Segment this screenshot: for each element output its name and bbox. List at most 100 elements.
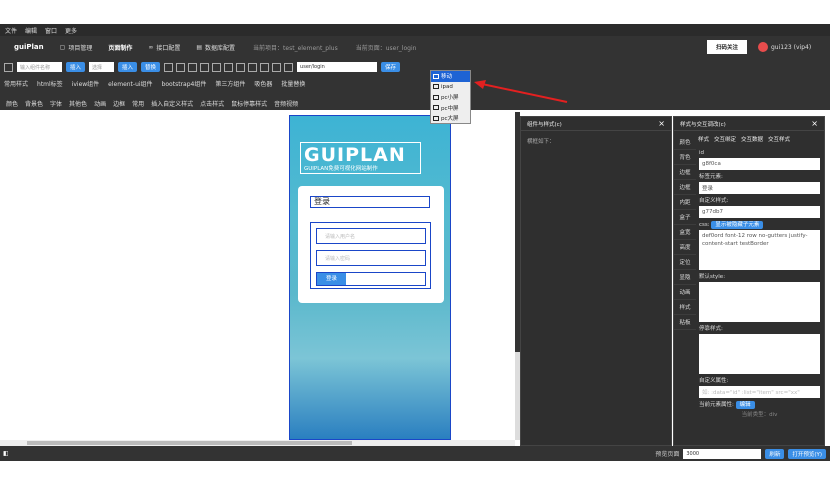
align-left-icon[interactable]	[200, 62, 210, 72]
copy-icon[interactable]	[248, 62, 258, 72]
css-row: css: 显示被隐藏子元素	[699, 220, 820, 229]
tab-color-picker[interactable]: 吸色器	[254, 79, 272, 88]
replace-button[interactable]: 替换	[141, 62, 161, 72]
menu-edit[interactable]: 编辑	[25, 26, 37, 35]
tab-data[interactable]: 交互数据	[741, 135, 763, 143]
password-input[interactable]: 请输入密码	[316, 250, 426, 266]
side-tab[interactable]: 盒宽	[674, 225, 696, 240]
tab-binding[interactable]: 交互绑定	[714, 135, 736, 143]
tab-border[interactable]: 边框	[113, 99, 125, 108]
device-ipad[interactable]: ipad	[431, 82, 470, 93]
tab-other-color[interactable]: 其他色	[69, 99, 87, 108]
tab-interaction-style[interactable]: 交互样式	[768, 135, 790, 143]
tab-bg-color[interactable]: 背景色	[25, 99, 43, 108]
delete-icon[interactable]	[236, 62, 246, 72]
close-icon[interactable]: ×	[811, 119, 818, 128]
mobile-preview[interactable]: GUIPLAN GUIPLAN免费可视化网站制作 登录 请输入用户名 请输入密码…	[289, 115, 451, 440]
side-tab[interactable]: 显隐	[674, 270, 696, 285]
tab-common-style[interactable]: 常用样式	[4, 79, 28, 88]
tab-html[interactable]: html标签	[37, 79, 63, 88]
open-preview-button[interactable]: 打开预览(Y)	[788, 448, 826, 459]
side-tab[interactable]: 背色	[674, 150, 696, 165]
side-tab[interactable]: 盒子	[674, 210, 696, 225]
tab-font[interactable]: 字体	[50, 99, 62, 108]
username-input[interactable]: 请输入用户名	[316, 228, 426, 244]
id-field[interactable]: g8f0ca	[699, 158, 820, 170]
image-icon[interactable]	[188, 62, 198, 72]
side-tab[interactable]: 边框	[674, 180, 696, 195]
text-icon[interactable]	[164, 62, 174, 72]
tab-audio-video[interactable]: 音频视频	[274, 99, 298, 108]
tab-click-style[interactable]: 点击样式	[200, 99, 224, 108]
device-icon[interactable]	[272, 62, 282, 72]
save-button[interactable]: 保存	[381, 62, 401, 72]
show-hidden-button[interactable]: 显示被隐藏子元素	[711, 221, 764, 229]
menu-file[interactable]: 文件	[5, 26, 17, 35]
tag-field[interactable]: 登录	[699, 182, 820, 194]
css-field[interactable]: def0ord font-12 row no-gutters justify-c…	[699, 230, 820, 270]
component-search-input[interactable]: 输入组件名称	[17, 62, 62, 72]
layout-icon[interactable]	[284, 62, 294, 72]
side-tab[interactable]: 颜色	[674, 135, 696, 150]
preview-port-input[interactable]: 3000	[683, 448, 762, 459]
login-form[interactable]: 请输入用户名 请输入密码 登录	[310, 222, 431, 289]
menu-more[interactable]: 更多	[65, 26, 77, 35]
login-button[interactable]: 登录	[317, 273, 346, 285]
login-title[interactable]: 登录	[310, 196, 430, 208]
user-menu[interactable]: gui123 (vip4)	[758, 42, 811, 52]
tab-element-ui[interactable]: element-ui组件	[108, 79, 152, 88]
align-right-icon[interactable]	[224, 62, 234, 72]
device-mobile[interactable]: 移动	[431, 71, 470, 82]
device-pc-small[interactable]: pc小屏	[431, 92, 470, 103]
side-tab[interactable]: 内距	[674, 195, 696, 210]
tab-iview[interactable]: iview组件	[72, 79, 99, 88]
login-card[interactable]: 登录 请输入用户名 请输入密码 登录	[298, 186, 444, 303]
grid-icon[interactable]	[260, 62, 270, 72]
refresh-button[interactable]: 刷新	[765, 448, 785, 459]
nav-database[interactable]: ▤ 数据库配置	[196, 43, 235, 52]
follow-button[interactable]: 扫码关注	[707, 40, 747, 54]
side-tab[interactable]: 粘板	[674, 315, 696, 330]
custom-attr-field[interactable]: 如: :data="id" :list="item" src="xx"	[699, 386, 820, 398]
path-input[interactable]: user/login	[297, 62, 378, 72]
menu-window[interactable]: 窗口	[45, 26, 57, 35]
side-tab[interactable]: 高度	[674, 240, 696, 255]
color-icon[interactable]	[176, 62, 186, 72]
tab-bootstrap[interactable]: bootstrap4组件	[162, 79, 207, 88]
side-tab[interactable]: 定位	[674, 255, 696, 270]
close-icon[interactable]: ×	[658, 119, 665, 128]
elem-type: 当前类型：div	[741, 412, 778, 418]
nav-projects[interactable]: ▢ 项目管理	[60, 43, 93, 52]
side-tab[interactable]: 边框	[674, 165, 696, 180]
align-center-icon[interactable]	[212, 62, 222, 72]
login-button-wrap[interactable]: 登录	[316, 272, 426, 286]
insert-button-2[interactable]: 插入	[118, 62, 138, 72]
tab-animation[interactable]: 动画	[94, 99, 106, 108]
device-pc-medium[interactable]: pc中屏	[431, 103, 470, 114]
tab-insert-custom[interactable]: 插入自定义样式	[151, 99, 193, 108]
select-dropdown[interactable]: 选择	[89, 62, 115, 72]
database-icon: ▤	[196, 43, 203, 51]
tab-color[interactable]: 颜色	[6, 99, 18, 108]
insert-button[interactable]: 插入	[66, 62, 86, 72]
tab-hover-style[interactable]: 鼠标停靠样式	[231, 99, 267, 108]
expand-icon[interactable]: ◧	[3, 450, 9, 457]
tab-style[interactable]: 样式	[698, 135, 709, 143]
custom-style-field[interactable]: g77db7	[699, 206, 820, 218]
edit-button[interactable]: 编辑	[735, 401, 755, 409]
tab-common[interactable]: 常用	[132, 99, 144, 108]
style-side-tabs: 颜色 背色 边框 边框 内距 盒子 盒宽 高度 定位 显隐 动画 样式 粘板	[674, 135, 696, 330]
css-label: css:	[699, 222, 710, 228]
side-tab[interactable]: 样式	[674, 300, 696, 315]
tab-third-party[interactable]: 第三方组件	[215, 79, 245, 88]
device-pc-large[interactable]: pc大屏	[431, 113, 470, 124]
hover-style-field[interactable]	[699, 334, 820, 374]
tab-batch-replace[interactable]: 批量替换	[281, 79, 305, 88]
nav-api[interactable]: ∞ 接口配置	[148, 43, 180, 52]
select-tool-icon[interactable]	[4, 62, 13, 72]
default-style-field[interactable]	[699, 282, 820, 322]
side-tab[interactable]: 动画	[674, 285, 696, 300]
style-form: id g8f0ca 标签元素: 登录 自定义样式: g77db7 css: 显示…	[699, 148, 820, 420]
scroll-thumb[interactable]	[27, 441, 352, 445]
nav-page-make[interactable]: 页面制作	[108, 43, 132, 52]
